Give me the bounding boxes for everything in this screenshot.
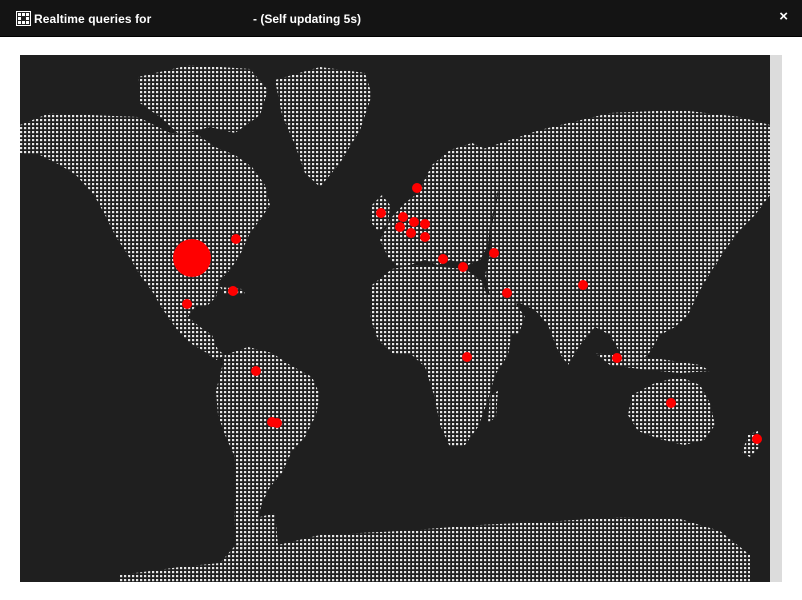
query-marker-uk [376, 208, 386, 218]
query-marker-east-africa [462, 352, 472, 362]
query-marker-south-america-bolivia [251, 366, 261, 376]
window-title-prefix: Realtime queries for [34, 12, 152, 26]
world-map[interactable] [20, 55, 770, 582]
query-marker-indonesia [612, 353, 622, 363]
window-title-suffix: - (Self updating 5s) [253, 12, 361, 26]
query-marker-north-america-east [231, 234, 241, 244]
query-marker-australia [666, 398, 676, 408]
query-marker-new-zealand [752, 434, 762, 444]
query-marker-scandinavia [412, 183, 422, 193]
query-marker-caribbean [228, 286, 238, 296]
query-marker-south-america-argentina-2 [272, 418, 282, 428]
query-marker-india [578, 280, 588, 290]
query-marker-france [395, 222, 405, 232]
query-marker-germany [409, 217, 419, 227]
close-icon[interactable]: × [779, 9, 788, 24]
query-marker-north-america-central [173, 239, 211, 277]
grid-app-icon [16, 11, 31, 26]
query-marker-greece [458, 262, 468, 272]
query-marker-gulf [502, 288, 512, 298]
query-marker-mexico [182, 299, 192, 309]
window-titlebar: Realtime queries for - (Self updating 5s… [0, 0, 802, 37]
query-marker-netherlands [398, 212, 408, 222]
query-marker-tunisia [438, 254, 448, 264]
query-marker-poland [420, 219, 430, 229]
vertical-scrollbar[interactable] [770, 55, 782, 582]
query-marker-iran [489, 248, 499, 258]
world-map-svg [20, 55, 770, 582]
query-marker-hungary [420, 232, 430, 242]
query-marker-switzerland [406, 228, 416, 238]
